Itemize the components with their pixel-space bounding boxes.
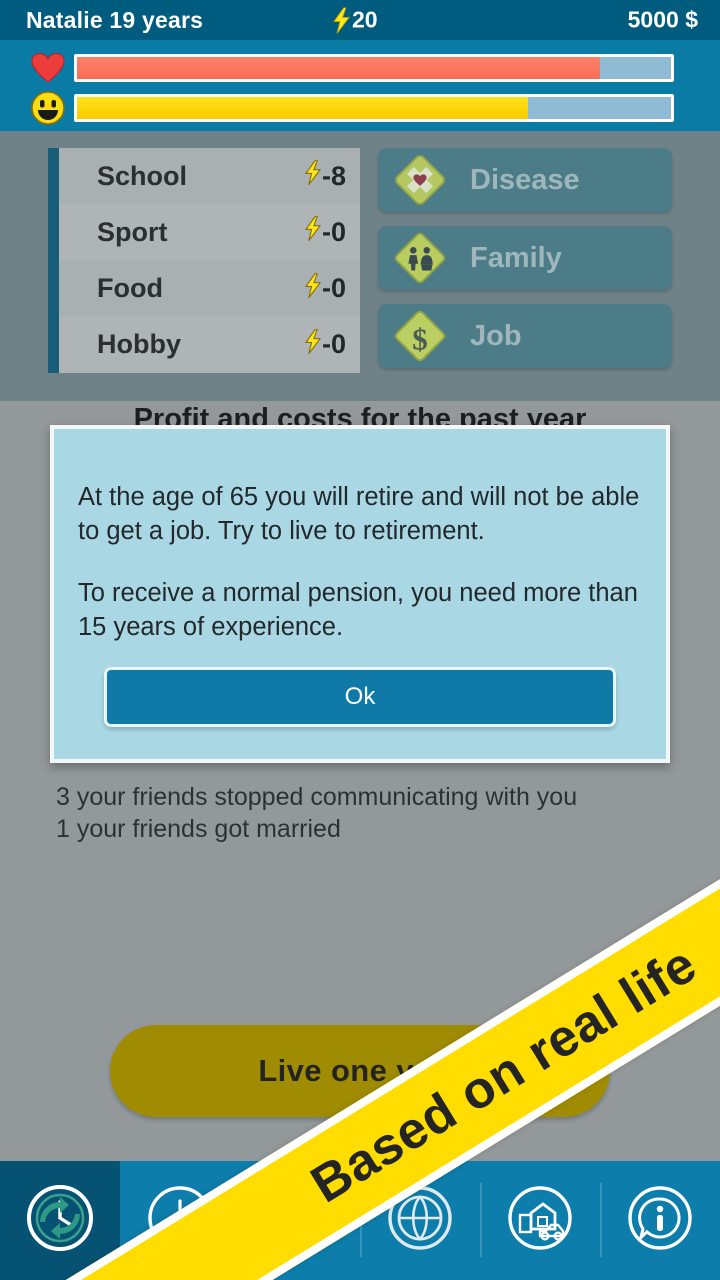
status-bars-panel bbox=[0, 40, 720, 131]
lightning-bolt-icon bbox=[333, 6, 350, 34]
panel-accent-bar bbox=[48, 148, 59, 373]
friend-message-line-2: 1 your friends got married bbox=[56, 815, 341, 843]
lightning-bolt-icon bbox=[304, 216, 322, 248]
disease-label: Disease bbox=[470, 163, 580, 196]
top-header-bar: Natalie 19 years 20 5000 $ bbox=[0, 0, 720, 40]
happiness-bar-track bbox=[74, 94, 674, 122]
activity-cost: -0 bbox=[304, 328, 346, 361]
clock-refresh-icon bbox=[24, 1182, 96, 1259]
activity-row-hobby[interactable]: Hobby -0 bbox=[59, 316, 360, 373]
family-button[interactable]: Family bbox=[378, 226, 672, 290]
activity-panel: School -8 Sport -0 Food -0 Hobby -0 bbox=[48, 148, 360, 373]
activity-cost-value: -0 bbox=[321, 216, 346, 247]
activity-label: School bbox=[97, 160, 188, 191]
dialog-body: At the age of 65 you will retire and wil… bbox=[78, 481, 642, 645]
info-bubble-icon bbox=[624, 1182, 696, 1259]
activity-row-sport[interactable]: Sport -0 bbox=[59, 204, 360, 261]
ok-button[interactable]: Ok bbox=[104, 667, 616, 727]
happiness-bar-row bbox=[0, 91, 720, 125]
health-bar-track bbox=[74, 54, 674, 82]
player-name-age: Natalie 19 years bbox=[26, 6, 204, 33]
lightning-bolt-icon bbox=[304, 272, 322, 305]
svg-text:$: $ bbox=[412, 323, 427, 357]
family-diamond-icon bbox=[392, 230, 448, 286]
ok-button-label: Ok bbox=[344, 683, 376, 710]
activity-cost-value: -0 bbox=[321, 329, 346, 360]
disease-button[interactable]: Disease bbox=[378, 148, 672, 212]
lightning-bolt-icon bbox=[304, 159, 322, 192]
dollar-diamond-icon: $ bbox=[392, 308, 448, 364]
smiley-face-icon bbox=[22, 91, 74, 125]
activity-row-school[interactable]: School -8 bbox=[59, 148, 360, 204]
job-label: Job bbox=[470, 319, 522, 352]
energy-value: 20 bbox=[352, 6, 378, 33]
activity-cost: -0 bbox=[304, 216, 346, 248]
activity-cost-value: -8 bbox=[321, 160, 346, 191]
game-screen: Natalie 19 years 20 5000 $ School -8 Spo… bbox=[0, 0, 720, 1280]
money-value: 5000 $ bbox=[627, 6, 698, 33]
family-label: Family bbox=[470, 241, 562, 274]
nav-item-info[interactable] bbox=[600, 1161, 720, 1280]
activity-label: Sport bbox=[97, 216, 168, 247]
energy-indicator: 20 bbox=[333, 7, 378, 34]
happiness-bar-fill bbox=[77, 97, 529, 119]
activity-cost: -0 bbox=[304, 272, 346, 305]
medical-cross-diamond-icon bbox=[392, 152, 448, 208]
health-bar-row bbox=[0, 51, 720, 85]
activity-cost-value: -0 bbox=[321, 273, 346, 304]
house-car-icon bbox=[504, 1182, 576, 1259]
activity-label: Food bbox=[97, 273, 163, 304]
nav-item-property[interactable] bbox=[480, 1161, 600, 1280]
job-button[interactable]: $ Job bbox=[378, 304, 672, 368]
action-buttons-group: Disease Family $ Job bbox=[378, 148, 672, 368]
lightning-bolt-icon bbox=[304, 328, 322, 361]
retirement-info-dialog: At the age of 65 you will retire and wil… bbox=[50, 425, 670, 763]
activity-cost: -8 bbox=[304, 159, 346, 192]
dialog-paragraph-1: At the age of 65 you will retire and wil… bbox=[78, 483, 640, 545]
friend-messages: 3 your friends stopped communicating wit… bbox=[56, 781, 577, 845]
activity-label: Hobby bbox=[97, 329, 181, 360]
heart-icon bbox=[22, 53, 74, 83]
dialog-paragraph-2: To receive a normal pension, you need mo… bbox=[78, 578, 638, 641]
friend-message-line-1: 3 your friends stopped communicating wit… bbox=[56, 783, 578, 811]
activity-row-food[interactable]: Food -0 bbox=[59, 261, 360, 317]
health-bar-fill bbox=[77, 57, 600, 79]
